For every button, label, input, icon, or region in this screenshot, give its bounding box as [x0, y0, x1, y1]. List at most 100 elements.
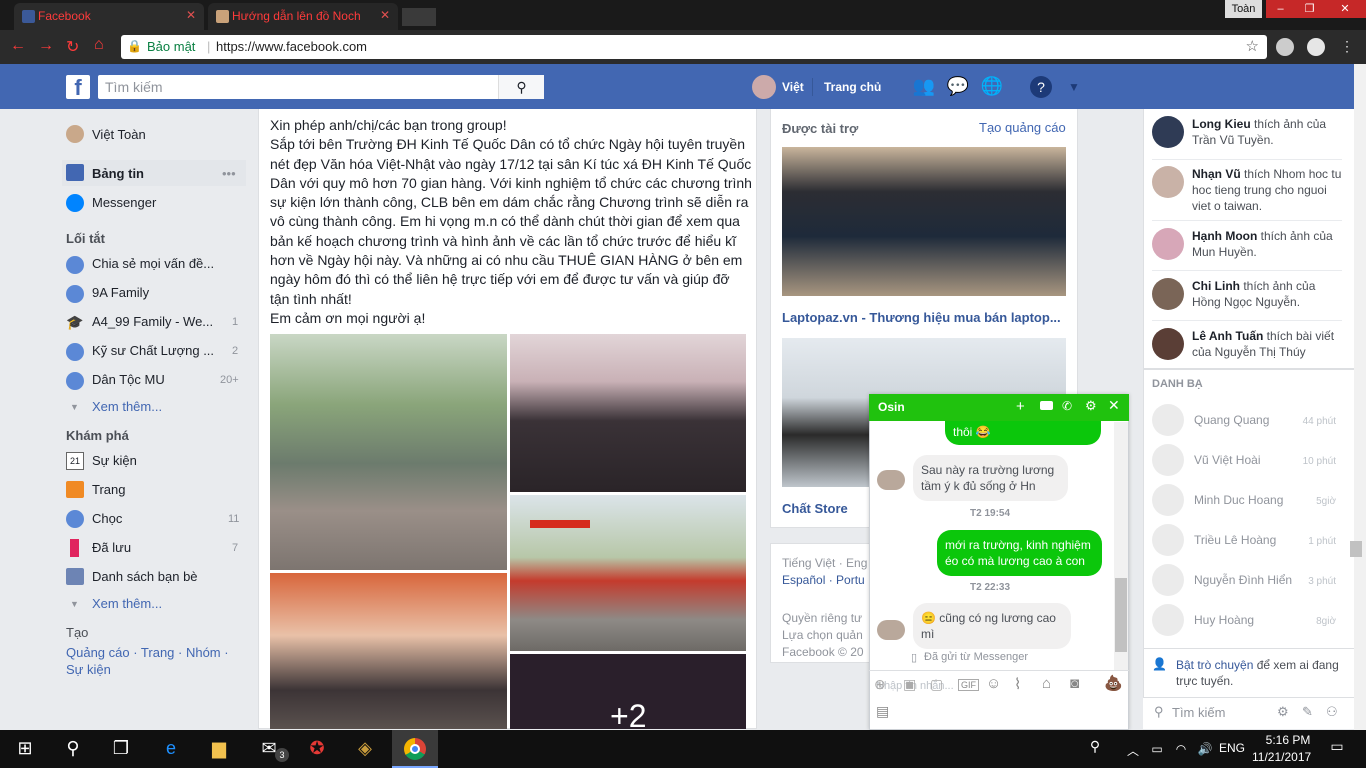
close-tab-icon[interactable]: ✕ — [380, 8, 390, 22]
maximize-button[interactable]: ❐ — [1295, 0, 1324, 18]
volume-icon[interactable]: 🔊 — [1192, 742, 1218, 764]
account-menu-icon[interactable]: ▼ — [1062, 80, 1086, 102]
search-icon[interactable]: ⚲ — [498, 75, 544, 99]
close-tab-icon[interactable]: ✕ — [186, 8, 196, 22]
language-links[interactable]: Tiếng Việt · Eng — [782, 556, 867, 570]
sidebar-item-messenger[interactable]: Messenger — [92, 195, 156, 210]
close-icon[interactable]: ✕ — [1108, 397, 1120, 414]
emoji-icon[interactable]: ☺ — [986, 675, 1001, 692]
sidebar-item-pokes[interactable]: Chọc — [92, 511, 122, 526]
extension-icon[interactable] — [1276, 38, 1294, 56]
clock-time[interactable]: 5:16 PM — [1262, 733, 1314, 747]
ad-title[interactable]: Laptopaz.vn - Thương hiệu mua bán laptop… — [782, 310, 1061, 325]
add-person-icon[interactable]: + — [1016, 398, 1025, 415]
calendar-icon[interactable]: ▤ — [876, 703, 889, 720]
new-tab-button[interactable] — [402, 8, 436, 26]
like-sticker-icon[interactable]: 💩 — [1104, 674, 1123, 692]
avatar[interactable] — [66, 125, 84, 143]
profile-name[interactable]: Việt Toàn — [92, 127, 146, 142]
avatar[interactable] — [1152, 404, 1184, 436]
sidebar-item-shortcut[interactable]: 9A Family — [92, 285, 149, 300]
chevron-up-icon[interactable]: ︿ — [1120, 742, 1146, 764]
contact-name[interactable]: Nguyễn Đình Hiển — [1194, 573, 1292, 587]
bookmark-star-icon[interactable]: ☆ — [1246, 37, 1259, 55]
ad-title[interactable]: Chất Store — [782, 501, 848, 516]
post-photo[interactable] — [510, 495, 746, 651]
close-window-button[interactable]: ✕ — [1324, 0, 1366, 18]
sidebar-item-saved[interactable]: Đã lưu — [92, 540, 131, 555]
home-icon[interactable]: ⌂ — [94, 36, 104, 54]
contact-name[interactable]: Huy Hoàng — [1194, 613, 1254, 627]
sidebar-item-events[interactable]: Sự kiện — [92, 453, 137, 468]
avatar[interactable] — [1152, 444, 1184, 476]
news-feed-item[interactable] — [62, 160, 246, 186]
sidebar-item-pages[interactable]: Trang — [92, 482, 125, 497]
sticker-icon[interactable]: ▢ — [930, 676, 943, 693]
turn-on-chat-link[interactable]: Bật trò chuyện — [1176, 658, 1253, 672]
post-photo[interactable] — [270, 573, 507, 729]
reload-icon[interactable]: ↻ — [66, 37, 79, 57]
contact-name[interactable]: Quang Quang — [1194, 413, 1269, 427]
task-view-icon[interactable]: ❐ — [108, 738, 134, 760]
post-photo[interactable] — [270, 334, 507, 570]
video-call-icon[interactable] — [1040, 401, 1053, 410]
chat-contact-name[interactable]: Osin — [878, 400, 905, 414]
avatar[interactable] — [1152, 166, 1184, 198]
file-explorer-icon[interactable]: ▆ — [206, 738, 232, 760]
profile-link[interactable]: Việt — [782, 80, 804, 94]
tab-facebook[interactable]: Facebook ✕ — [14, 3, 204, 30]
league-icon[interactable]: ◈ — [352, 738, 378, 760]
sidebar-item-friend-lists[interactable]: Danh sách bạn bè — [92, 569, 198, 584]
avatar[interactable] — [1152, 278, 1184, 310]
contact-name[interactable]: Vũ Việt Hoài — [1194, 453, 1261, 467]
people-icon[interactable]: ⚲ — [1082, 738, 1108, 760]
facebook-logo-icon[interactable]: f — [66, 75, 90, 100]
edge-icon[interactable]: e — [158, 738, 184, 760]
search-icon[interactable]: ⚲ — [60, 738, 86, 760]
avatar[interactable] — [1152, 564, 1184, 596]
sidebar-item-shortcut[interactable]: Dân Tộc MU — [92, 372, 165, 387]
menu-icon[interactable]: ⋮ — [1340, 38, 1354, 55]
wifi-icon[interactable]: ◠ — [1168, 742, 1194, 764]
footer-link[interactable]: Lựa chọn quản — [782, 628, 863, 642]
language-links[interactable]: Español · Portu — [782, 573, 865, 587]
friend-requests-icon[interactable]: 👥 — [912, 76, 936, 98]
gear-icon[interactable]: ⚙ — [1277, 704, 1289, 720]
avatar[interactable] — [1152, 228, 1184, 260]
ad-image-laptop[interactable] — [782, 147, 1066, 296]
sidebar-item-shortcut[interactable]: A4_99 Family - We... — [92, 314, 213, 329]
ticker-item[interactable]: Chi Linh thích ảnh của Hồng Ngọc Nguyễn. — [1192, 278, 1342, 310]
avatar[interactable] — [1152, 484, 1184, 516]
photo-icon[interactable]: ▣ — [903, 676, 916, 693]
see-more-link[interactable]: Xem thêm... — [92, 596, 162, 611]
see-more-link[interactable]: Xem thêm... — [92, 399, 162, 414]
language-indicator[interactable]: ENG — [1219, 741, 1245, 755]
messenger-icon[interactable]: 💬 — [946, 76, 970, 98]
avatar[interactable] — [1152, 524, 1184, 556]
search-input[interactable]: Tìm kiếm ⚲ — [98, 75, 544, 99]
post-photo-more[interactable]: +2 — [510, 654, 746, 729]
forward-icon[interactable]: → — [38, 37, 54, 55]
camera-icon[interactable]: ◙ — [1070, 675, 1079, 692]
group-add-icon[interactable]: ⚇ — [1326, 704, 1338, 720]
gif-icon[interactable]: GIF — [958, 679, 979, 691]
contact-name[interactable]: Minh Duc Hoang — [1194, 493, 1283, 507]
tab-guide[interactable]: Hướng dẫn lên đồ Noch ✕ — [208, 3, 398, 30]
url-input[interactable]: 🔒 Bảo mật | https://www.facebook.com ☆ — [121, 35, 1267, 59]
chat-scroll-thumb[interactable] — [1115, 578, 1127, 652]
post-photo[interactable] — [510, 334, 746, 492]
new-message-icon[interactable]: ✎ — [1302, 704, 1313, 720]
clock-date[interactable]: 11/21/2017 — [1252, 750, 1311, 764]
avatar[interactable] — [1152, 328, 1184, 360]
garena-icon[interactable]: ✪ — [304, 738, 330, 760]
game-icon[interactable]: ⌂ — [1042, 675, 1051, 692]
page-scroll-thumb[interactable] — [1350, 541, 1362, 557]
avatar[interactable] — [1152, 116, 1184, 148]
sidebar-item-shortcut[interactable]: Kỹ sư Chất Lượng ... — [92, 343, 214, 358]
help-icon[interactable]: ? — [1030, 76, 1052, 98]
notification-center-icon[interactable]: ▭ — [1324, 738, 1350, 760]
profile-button[interactable]: Toàn — [1225, 0, 1262, 18]
ticker-item[interactable]: Lê Anh Tuấn thích bài viết của Nguyễn Th… — [1192, 328, 1342, 360]
page-scrollbar[interactable] — [1354, 64, 1366, 730]
ticker-item[interactable]: Long Kieu thích ảnh của Trần Vũ Tuyền. — [1192, 116, 1342, 148]
